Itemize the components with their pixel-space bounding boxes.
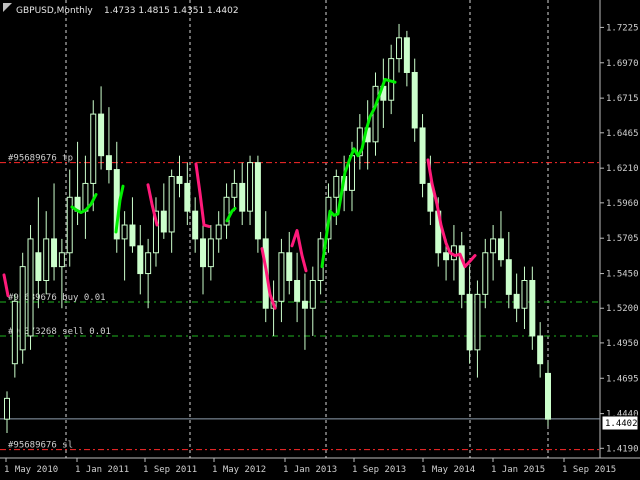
candle-body [403,37,410,73]
ohlc-values: 1.4733 1.4815 1.4351 1.4402 [104,6,239,16]
candle-body [396,37,403,60]
candle-body [474,293,481,351]
order-label: #95689676 tp [8,154,73,164]
candle-body [254,162,261,240]
candle-body [200,238,207,268]
candle-body [137,245,144,275]
candle-body [160,210,167,233]
price-tick-label: 1.4695 [606,374,639,384]
candle-body [521,279,528,309]
price-tick-label: 1.5200 [606,304,639,314]
chart-header: GBPUSD,Monthly 1.4733 1.4815 1.4351 1.44… [3,3,239,16]
candle-body [443,252,450,261]
candle-body [419,127,426,184]
candle-body [333,175,340,198]
candle-body [466,293,473,351]
candle-body [372,85,379,143]
candle-body [537,335,544,365]
price-tick-label: 1.4950 [606,339,639,349]
candle-body [239,182,246,212]
downtrend-line [2,273,10,298]
candle-body [51,238,58,268]
candle-body [129,224,136,247]
order-lines: #95689676 tp#95689676 buy 0.01#96373268 … [0,154,600,451]
candle-body [35,252,42,281]
candle-body [121,224,128,240]
price-tick-label: 1.4190 [606,444,639,454]
price-tick-label: 1.6715 [606,94,639,104]
candle-body [207,238,214,268]
order-label: #95689676 sl [8,441,73,451]
downtrend-line [290,229,308,273]
candle-body [513,293,520,309]
candle-body [98,113,105,157]
candle-body [231,182,238,198]
candle-body [58,252,65,268]
candle-body [411,71,418,129]
candle-body [19,266,26,351]
candle-body [482,252,489,295]
price-tick-label: 1.6970 [606,59,639,69]
time-tick-label: 1 Sep 2013 [352,465,406,475]
candle-body [168,175,175,233]
candle-body [105,155,112,171]
price-tick-label: 1.6210 [606,164,639,174]
candle-body [43,238,50,281]
candle-body [497,238,504,261]
chart-grid [0,0,640,459]
candle-body [145,252,152,275]
candle-body [247,162,254,212]
candle-body [309,279,316,309]
time-tick-label: 1 Jan 2015 [491,465,545,475]
price-tick-label: 1.5450 [606,270,639,280]
candle-body [505,259,512,295]
candles [4,23,551,434]
time-tick-label: 1 May 2010 [4,465,58,475]
candle-body [278,252,285,302]
chart-corner-triangle-icon [3,3,12,12]
candle-body [545,372,551,420]
price-axis: 1.7225 1.6970 1.6715 1.6465 1.6210 1.5960 1.57… [600,23,639,454]
candle-body [90,113,97,184]
candle-body [184,182,191,212]
time-axis: 1 May 2010 1 Jan 2011 1 Sep 2011 1 May 2012… [4,458,616,475]
time-tick-label: 1 Sep 2015 [562,465,616,475]
candle-body [294,279,301,302]
price-tick-label: 1.7225 [606,23,639,33]
candle-body [215,224,222,240]
uptrend-line [320,77,397,269]
current-price-marker: 1.4402 [601,415,639,431]
time-tick-label: 1 May 2014 [421,465,475,475]
candle-body [529,279,536,337]
time-tick-label: 1 Jan 2013 [283,465,337,475]
candle-body [286,252,293,281]
price-tick-label: 1.5705 [606,234,639,244]
candle-body [490,238,497,254]
current-price-label: 1.4402 [605,419,638,429]
candle-body [11,300,18,365]
candle-body [176,175,183,184]
price-tick-label: 1.5960 [606,199,639,209]
candle-body [4,397,10,420]
time-tick-label: 1 May 2012 [212,465,266,475]
time-tick-label: 1 Jan 2011 [75,465,129,475]
price-chart[interactable]: #95689676 tp#95689676 buy 0.01#96373268 … [0,0,640,480]
time-tick-label: 1 Sep 2011 [143,465,197,475]
symbol-timeframe: GBPUSD,Monthly [16,6,93,16]
price-tick-label: 1.6465 [606,129,639,139]
candle-body [192,210,199,240]
candle-body [27,238,34,337]
candle-body [301,300,308,309]
